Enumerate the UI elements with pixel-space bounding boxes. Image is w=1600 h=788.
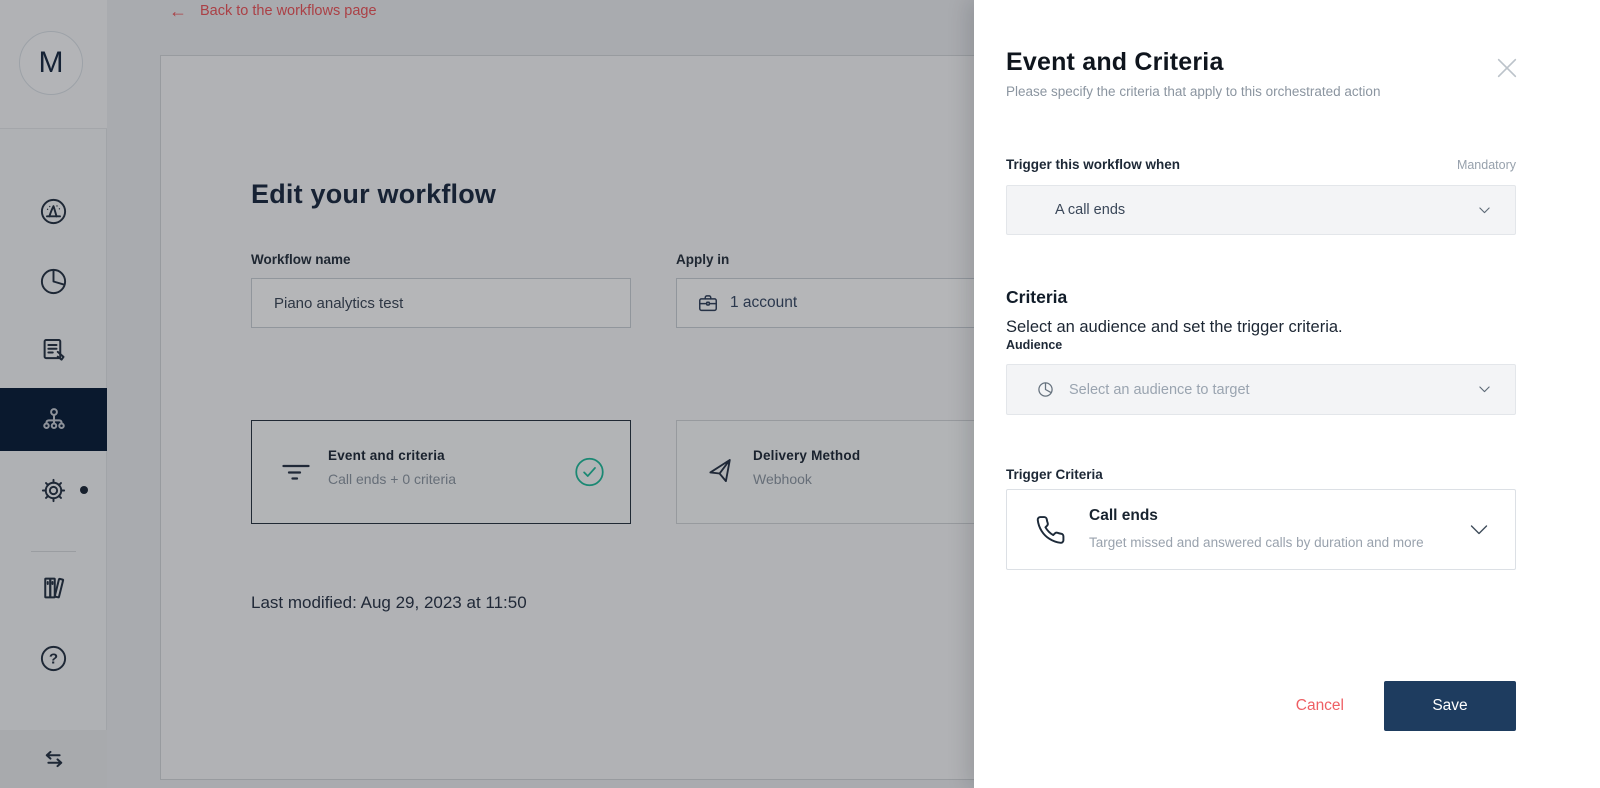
pie-chart-icon [1037, 381, 1054, 398]
save-button[interactable]: Save [1384, 681, 1516, 731]
drawer-title: Event and Criteria [1006, 48, 1224, 77]
audience-select[interactable]: Select an audience to target [1006, 364, 1516, 415]
event-criteria-drawer: Event and Criteria Please specify the cr… [974, 0, 1600, 788]
chevron-down-icon [1467, 518, 1491, 542]
trigger-criteria-card[interactable]: Call ends Target missed and answered cal… [1006, 489, 1516, 570]
trigger-event-value: A call ends [1007, 202, 1125, 218]
trigger-criteria-title: Call ends [1089, 507, 1158, 525]
criteria-description: Select an audience and set the trigger c… [1006, 318, 1343, 337]
trigger-event-select[interactable]: A call ends [1006, 185, 1516, 235]
audience-label: Audience [1006, 338, 1062, 352]
app-root: M [0, 0, 1600, 788]
trigger-when-label: Trigger this workflow when [1006, 157, 1180, 172]
phone-icon [1035, 514, 1066, 545]
criteria-heading: Criteria [1006, 287, 1067, 308]
chevron-down-icon [1476, 381, 1493, 398]
cancel-button[interactable]: Cancel [1296, 697, 1344, 715]
mandatory-tag: Mandatory [1457, 158, 1516, 172]
drawer-subtitle: Please specify the criteria that apply t… [1006, 84, 1380, 99]
trigger-criteria-description: Target missed and answered calls by dura… [1089, 535, 1424, 550]
close-icon[interactable] [1497, 58, 1517, 78]
trigger-criteria-label: Trigger Criteria [1006, 467, 1103, 482]
chevron-down-icon [1476, 202, 1493, 219]
